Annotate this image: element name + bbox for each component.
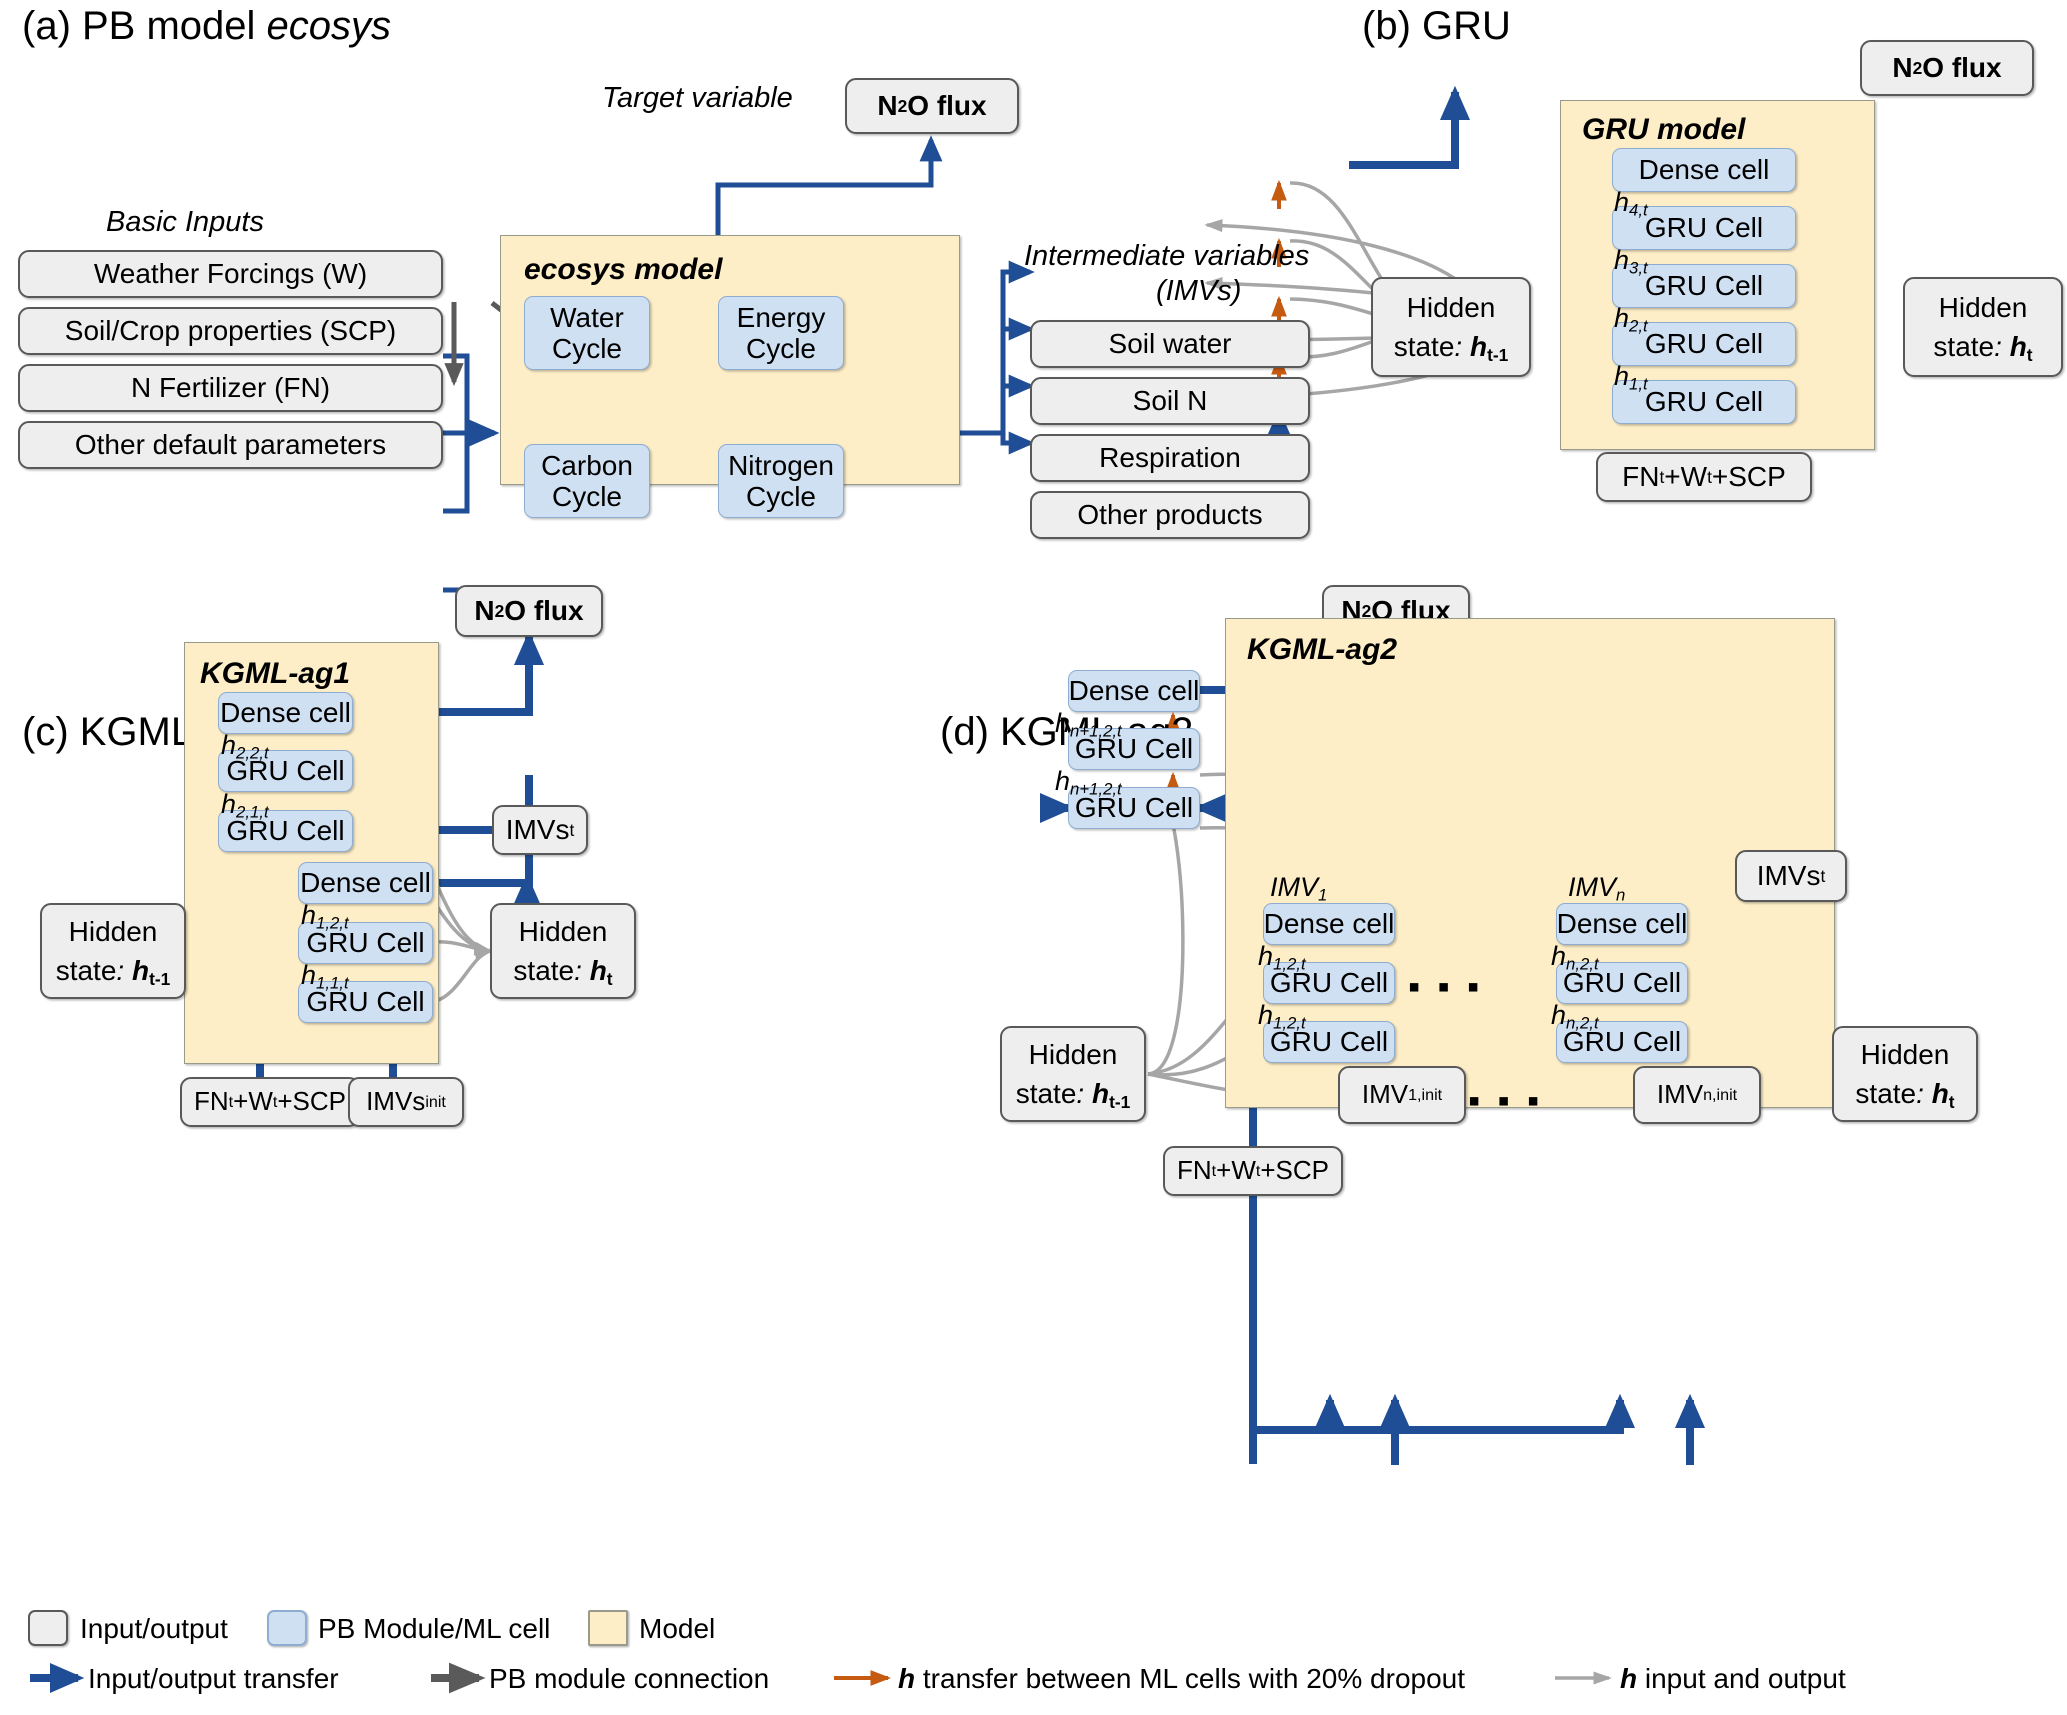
panel-d-dense-cell-n[interactable]: Dense cell bbox=[1556, 903, 1688, 945]
panel-b-hidden-prev-line1: Hidden bbox=[1406, 291, 1496, 323]
panel-d-imv-init-ellipsis: ▪ ▪ ▪ bbox=[1468, 1082, 1544, 1120]
panel-b-h3t-label: h3,t bbox=[1614, 245, 1648, 278]
target-variable-label: Target variable bbox=[602, 82, 793, 114]
panel-c-hidden-state-prev: Hidden state: ht-1 bbox=[40, 903, 186, 999]
panel-d-h12t-label-lower: h1,2,t bbox=[1258, 1000, 1306, 1033]
legend-swatch-pb-module-ml-cell bbox=[267, 1610, 307, 1646]
legend-label-input-output-transfer: Input/output transfer bbox=[88, 1663, 339, 1694]
panel-b-output-n2o-flux: N2O flux bbox=[1860, 40, 2034, 96]
panel-d-hn2t-label-lower: hn,2,t bbox=[1551, 1000, 1599, 1033]
module-nitrogen-cycle[interactable]: Nitrogen Cycle bbox=[718, 444, 844, 518]
legend-swatch-input-output bbox=[28, 1610, 68, 1646]
panel-d-hn2t-label-upper: hn,2,t bbox=[1551, 941, 1599, 974]
panel-c-input-fn-w-scp[interactable]: FN t +W t +SCP bbox=[180, 1077, 360, 1127]
panel-d-dense-cell-top[interactable]: Dense cell bbox=[1068, 670, 1200, 712]
panel-d-imvs-t[interactable]: IMVs t bbox=[1735, 850, 1847, 902]
legend-label-pb-module-ml-cell: PB Module/ML cell bbox=[318, 1613, 551, 1644]
imvs-header-line2: (IMVs) bbox=[1156, 275, 1242, 307]
module-water-cycle[interactable]: Water Cycle bbox=[524, 296, 650, 370]
panel-a-caption-prefix: (a) PB model bbox=[22, 4, 267, 48]
imv-soil-n[interactable]: Soil N bbox=[1030, 377, 1310, 425]
panel-b-h4t-label: h4,t bbox=[1614, 187, 1648, 220]
panel-c-hidden-prev-line1: Hidden bbox=[68, 915, 158, 947]
panel-d-hidden-prev-line1: Hidden bbox=[1028, 1038, 1118, 1070]
panel-d-hidden-state-next: Hidden state: ht bbox=[1832, 1026, 1978, 1122]
legend-label-model: Model bbox=[639, 1613, 716, 1644]
imv-respiration[interactable]: Respiration bbox=[1030, 434, 1310, 482]
ecosys-model-title: ecosys model bbox=[524, 253, 723, 286]
panel-d-gru-row-ellipsis: ▪ ▪ ▪ bbox=[1408, 968, 1484, 1006]
panel-d-hidden-state-prev: Hidden state: ht-1 bbox=[1000, 1026, 1146, 1122]
panel-c-hidden-next-line2: state: ht bbox=[513, 955, 613, 989]
panel-b-h2t-label: h2,t bbox=[1614, 303, 1648, 336]
panel-c-hidden-next-line1: Hidden bbox=[518, 915, 608, 947]
panel-a-caption-italic: ecosys bbox=[266, 4, 392, 48]
panel-b-hidden-next-line2: state: ht bbox=[1933, 331, 2033, 365]
input-weather-forcings[interactable]: Weather Forcings (W) bbox=[18, 250, 443, 298]
panel-c-hidden-state-next: Hidden state: ht bbox=[490, 903, 636, 999]
kgml-ag2-title: KGML-ag2 bbox=[1247, 633, 1397, 666]
panel-b-hidden-next-line1: Hidden bbox=[1938, 291, 2028, 323]
panel-d-imv-1-init[interactable]: IMV 1,init bbox=[1338, 1066, 1466, 1124]
panel-d-h12t-label-upper: h1,2,t bbox=[1258, 941, 1306, 974]
input-soil-crop-properties[interactable]: Soil/Crop properties (SCP) bbox=[18, 307, 443, 355]
panel-c-imvs-init[interactable]: IMVs init bbox=[348, 1077, 464, 1127]
input-other-default-parameters[interactable]: Other default parameters bbox=[18, 421, 443, 469]
panel-d-imv1-label: IMV1 bbox=[1270, 872, 1328, 905]
panel-d-hidden-prev-line2: state: ht-1 bbox=[1015, 1078, 1131, 1112]
panel-b-input-fn-w-scp[interactable]: FN t +W t +SCP bbox=[1596, 452, 1812, 502]
legend-label-h-transfer-dropout: h transfer between ML cells with 20% dro… bbox=[898, 1663, 1466, 1694]
panel-c-h11t-label: h1,1,t bbox=[301, 960, 349, 993]
panel-d-dense-cell-1[interactable]: Dense cell bbox=[1263, 903, 1395, 945]
imvs-header-line1: Intermediate variables bbox=[1024, 240, 1310, 272]
panel-c-h22t-label: h2,2,t bbox=[221, 730, 269, 763]
basic-inputs-header: Basic Inputs bbox=[106, 206, 264, 238]
panel-c-h21t-label: h2,1,t bbox=[221, 789, 269, 822]
panel-c-hidden-prev-line2: state: ht-1 bbox=[55, 955, 171, 989]
panel-b-h1t-label: h1,t bbox=[1614, 361, 1648, 394]
panel-d-hn12t-label-upper: hn+1,2,t bbox=[1055, 708, 1122, 741]
panel-b-dense-cell[interactable]: Dense cell bbox=[1612, 148, 1796, 192]
legend-label-pb-module-connection: PB module connection bbox=[489, 1663, 770, 1694]
legend-swatch-model bbox=[588, 1610, 628, 1646]
panel-d-imvn-label: IMVn bbox=[1568, 872, 1626, 905]
panel-b-hidden-state-next: Hidden state: ht bbox=[1903, 277, 2063, 377]
panel-c-dense-cell-lower[interactable]: Dense cell bbox=[298, 862, 433, 904]
panel-b-caption: (b) GRU bbox=[1362, 4, 1511, 48]
input-n-fertilizer[interactable]: N Fertilizer (FN) bbox=[18, 364, 443, 412]
gru-model-title: GRU model bbox=[1582, 113, 1746, 146]
panel-c-imvs-t[interactable]: IMVs t bbox=[492, 805, 588, 855]
panel-d-hidden-next-line1: Hidden bbox=[1860, 1038, 1950, 1070]
panel-c-dense-cell-top[interactable]: Dense cell bbox=[218, 692, 353, 734]
legend-label-h-input-output: h input and output bbox=[1620, 1663, 1846, 1694]
panel-a-caption: (a) PB model ecosys bbox=[22, 4, 391, 49]
imv-soil-water[interactable]: Soil water bbox=[1030, 320, 1310, 368]
panel-a-output-n2o-flux: N2O flux bbox=[845, 78, 1019, 134]
legend-label-input-output: Input/output bbox=[80, 1613, 228, 1644]
panel-b-hidden-state-prev: Hidden state: ht-1 bbox=[1371, 277, 1531, 377]
panel-d-imv-n-init[interactable]: IMV n,init bbox=[1633, 1066, 1761, 1124]
panel-d-hn12t-label-lower: hn+1,2,t bbox=[1055, 766, 1122, 799]
imv-other-products[interactable]: Other products bbox=[1030, 491, 1310, 539]
panel-d-input-fn-w-scp[interactable]: FN t +W t +SCP bbox=[1163, 1146, 1343, 1196]
kgml-ag1-title: KGML-ag1 bbox=[200, 657, 350, 690]
panel-d-hidden-next-line2: state: ht bbox=[1855, 1078, 1955, 1112]
panel-b-hidden-prev-line2: state: ht-1 bbox=[1393, 331, 1509, 365]
panel-c-h12t-label: h1,2,t bbox=[301, 900, 349, 933]
module-energy-cycle[interactable]: Energy Cycle bbox=[718, 296, 844, 370]
panel-c-output-n2o-flux: N2O flux bbox=[455, 585, 603, 637]
module-carbon-cycle[interactable]: Carbon Cycle bbox=[524, 444, 650, 518]
